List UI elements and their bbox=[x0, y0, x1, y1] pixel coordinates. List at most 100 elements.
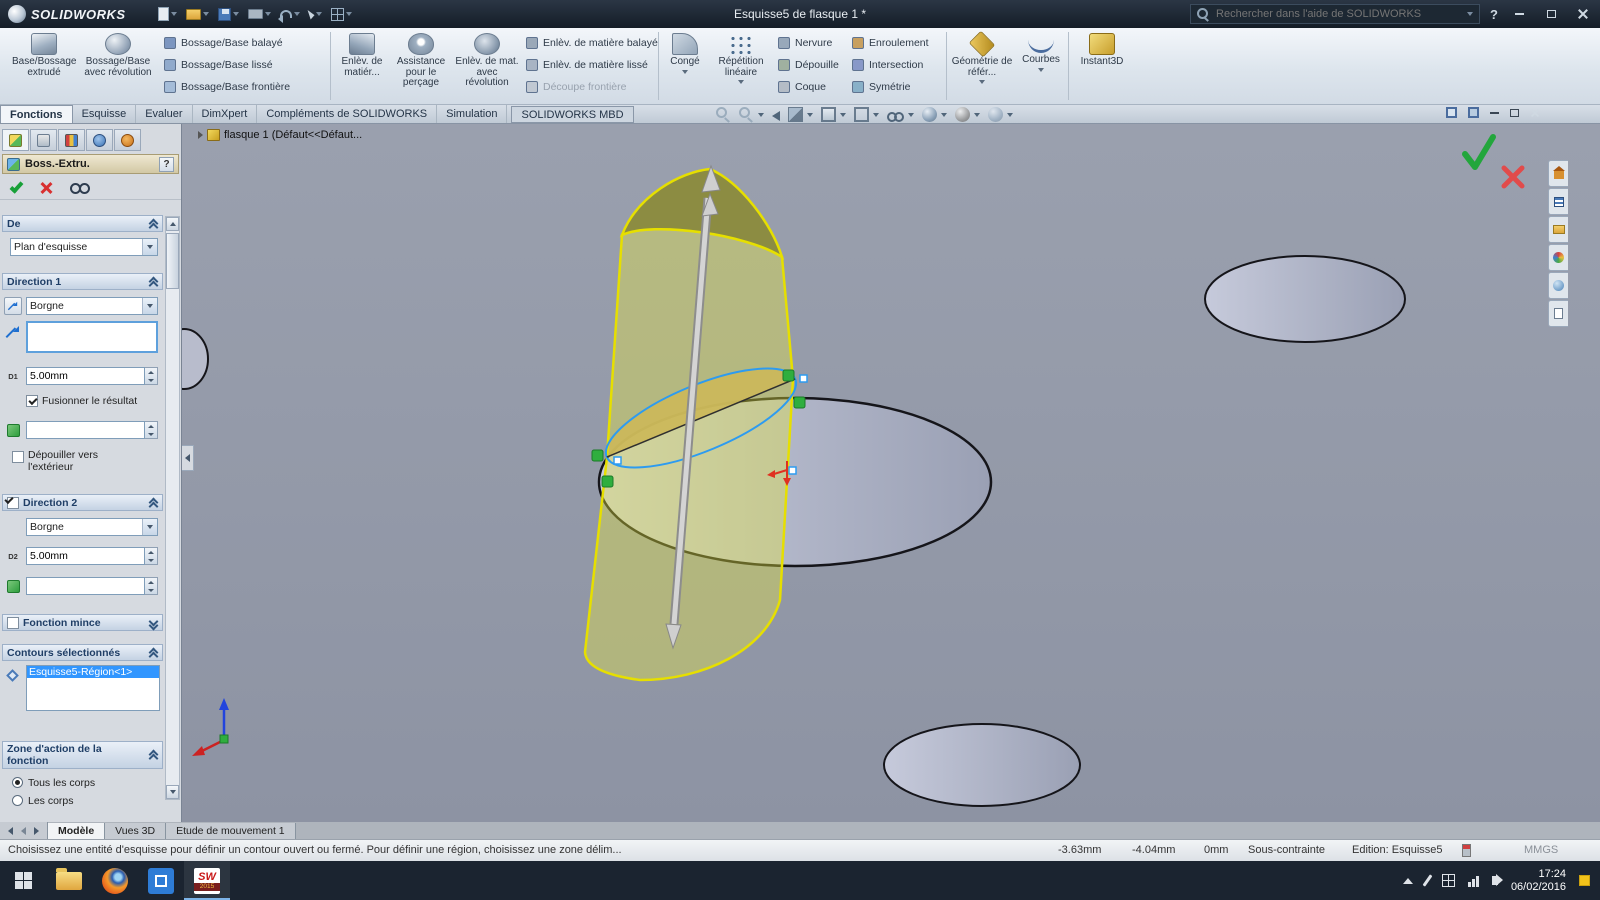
swept-boss-button[interactable]: Bossage/Base balayé bbox=[164, 33, 326, 53]
notification-icon[interactable] bbox=[1579, 875, 1590, 886]
search-dropdown-icon[interactable] bbox=[1467, 12, 1474, 16]
view-settings-icon[interactable] bbox=[988, 107, 1003, 122]
hide-show-items-icon[interactable] bbox=[887, 111, 904, 122]
chevron-down-icon[interactable] bbox=[758, 112, 764, 117]
spinner-buttons[interactable] bbox=[145, 547, 158, 565]
expand-commandmanager-icon[interactable] bbox=[1446, 107, 1457, 118]
scope-selected-bodies-radio[interactable] bbox=[12, 795, 23, 806]
tab-esquisse[interactable]: Esquisse bbox=[73, 105, 137, 123]
save-button[interactable] bbox=[217, 7, 239, 21]
curves-button[interactable]: Courbes bbox=[1016, 31, 1066, 102]
spinner-buttons[interactable] bbox=[145, 367, 158, 385]
close-button[interactable] bbox=[1572, 6, 1594, 22]
shell-button[interactable]: Coque bbox=[778, 77, 848, 97]
dropdown-button[interactable] bbox=[142, 519, 157, 535]
chevron-down-icon[interactable] bbox=[873, 112, 879, 117]
options-button[interactable] bbox=[330, 7, 352, 21]
print-button[interactable] bbox=[247, 9, 271, 19]
cancel-button[interactable] bbox=[40, 181, 53, 194]
section-from-header[interactable]: De bbox=[2, 215, 163, 232]
section-thin-feature-header[interactable]: Fonction mince bbox=[2, 614, 163, 631]
tab-configurationmanager[interactable] bbox=[58, 129, 85, 151]
minimize-button[interactable] bbox=[1508, 6, 1530, 22]
direction1-selection-box[interactable] bbox=[26, 321, 158, 353]
lofted-cut-button[interactable]: Enlèv. de matière lissé bbox=[526, 55, 656, 75]
tab-propertymanager[interactable] bbox=[30, 129, 57, 151]
first-tab-button[interactable] bbox=[8, 826, 13, 835]
draft-button[interactable]: Dépouille bbox=[778, 55, 848, 75]
zoom-area-icon[interactable] bbox=[739, 107, 754, 122]
taskpane-resources-tab[interactable] bbox=[1548, 160, 1568, 187]
tree-expand-icon[interactable] bbox=[198, 131, 203, 139]
boundary-cut-button[interactable]: Découpe frontière bbox=[526, 77, 656, 97]
previous-view-icon[interactable] bbox=[772, 111, 780, 121]
spinner-buttons[interactable] bbox=[145, 577, 158, 595]
undo-button[interactable] bbox=[277, 10, 300, 23]
rib-button[interactable]: Nervure bbox=[778, 33, 848, 53]
face-disc-top-right[interactable] bbox=[1204, 255, 1406, 343]
view-orientation-icon[interactable] bbox=[821, 107, 836, 122]
graphics-viewport[interactable] bbox=[159, 124, 1600, 822]
face-disc-bottom[interactable] bbox=[883, 723, 1081, 807]
zoom-fit-icon[interactable] bbox=[716, 107, 731, 122]
tab-dimxpertmanager[interactable] bbox=[86, 129, 113, 151]
dropdown-button[interactable] bbox=[142, 298, 157, 314]
direction1-draft-input[interactable] bbox=[26, 421, 146, 439]
doc-minimize-icon[interactable] bbox=[1490, 111, 1499, 114]
file-explorer-button[interactable] bbox=[46, 861, 92, 900]
start-button[interactable] bbox=[0, 861, 46, 900]
selected-contour-item[interactable]: Esquisse5-Région<1> bbox=[27, 666, 159, 678]
fillet-button[interactable]: Congé bbox=[662, 31, 708, 102]
direction2-depth-input[interactable] bbox=[26, 547, 146, 565]
network-icon[interactable] bbox=[1467, 875, 1479, 887]
new-document-button[interactable] bbox=[157, 7, 177, 21]
taskpane-custom-properties-tab[interactable] bbox=[1548, 300, 1568, 327]
taskpane-view-palette-tab[interactable] bbox=[1548, 244, 1568, 271]
tab-simulation[interactable]: Simulation bbox=[437, 105, 508, 123]
section-view-icon[interactable] bbox=[788, 107, 803, 122]
hidden-icons-button[interactable] bbox=[1402, 877, 1413, 884]
taskpane-file-explorer-tab[interactable] bbox=[1548, 216, 1568, 243]
scroll-down-button[interactable] bbox=[166, 785, 179, 799]
boundary-boss-button[interactable]: Bossage/Base frontière bbox=[164, 77, 326, 97]
ok-button[interactable] bbox=[9, 178, 24, 194]
extruded-boss-button[interactable]: Base/Bossage extrudé bbox=[12, 31, 77, 102]
apply-scene-icon[interactable] bbox=[955, 107, 970, 122]
pm-scrollbar[interactable] bbox=[165, 216, 180, 800]
feature-tree-root[interactable]: flasque 1 (Défaut<<Défaut... bbox=[198, 129, 362, 141]
direction2-end-condition-dropdown[interactable]: Borgne bbox=[26, 518, 158, 536]
taskpane-appearances-tab[interactable] bbox=[1548, 272, 1568, 299]
section-direction2-header[interactable]: Direction 2 bbox=[2, 494, 163, 511]
app-button[interactable] bbox=[138, 861, 184, 900]
intersect-button[interactable]: Intersection bbox=[852, 55, 942, 75]
chevron-down-icon[interactable] bbox=[941, 112, 947, 117]
direction2-draft-input[interactable] bbox=[26, 577, 146, 595]
detailed-preview-button[interactable] bbox=[70, 182, 90, 194]
direction1-depth-input[interactable] bbox=[26, 367, 146, 385]
help-button[interactable]: ? bbox=[1490, 7, 1498, 22]
lofted-boss-button[interactable]: Bossage/Base lissé bbox=[164, 55, 326, 75]
tab-displaymanager[interactable] bbox=[114, 129, 141, 151]
scroll-up-button[interactable] bbox=[166, 217, 179, 231]
thin-feature-checkbox[interactable] bbox=[7, 616, 19, 629]
chevron-down-icon[interactable] bbox=[840, 112, 846, 117]
clock[interactable]: 17:24 06/02/2016 bbox=[1511, 868, 1566, 894]
viewport-3d[interactable] bbox=[159, 124, 1600, 822]
select-button[interactable] bbox=[307, 8, 322, 20]
vm-grid-icon[interactable] bbox=[1441, 874, 1455, 887]
revolved-cut-button[interactable]: Enlèv. de mat. avec révolution bbox=[454, 31, 520, 102]
restore-button[interactable] bbox=[1540, 6, 1562, 22]
selected-contours-listbox[interactable]: Esquisse5-Région<1> bbox=[26, 665, 160, 711]
dropdown-button[interactable] bbox=[142, 239, 157, 255]
chevron-down-icon[interactable] bbox=[908, 112, 914, 117]
pen-input-icon[interactable] bbox=[1422, 874, 1433, 887]
chevron-down-icon[interactable] bbox=[974, 112, 980, 117]
units-indicator[interactable]: MMGS bbox=[1524, 844, 1558, 856]
swept-cut-button[interactable]: Enlèv. de matière balayé bbox=[526, 33, 658, 53]
extruded-cut-button[interactable]: Enlèv. de matiér... bbox=[336, 31, 388, 102]
spinner-buttons[interactable] bbox=[145, 421, 158, 439]
from-plane-dropdown[interactable]: Plan d'esquisse bbox=[10, 238, 158, 256]
chevron-down-icon[interactable] bbox=[1007, 112, 1013, 117]
section-selected-contours-header[interactable]: Contours sélectionnés bbox=[2, 644, 163, 661]
revolved-boss-button[interactable]: Bossage/Base avec révolution bbox=[80, 31, 156, 102]
